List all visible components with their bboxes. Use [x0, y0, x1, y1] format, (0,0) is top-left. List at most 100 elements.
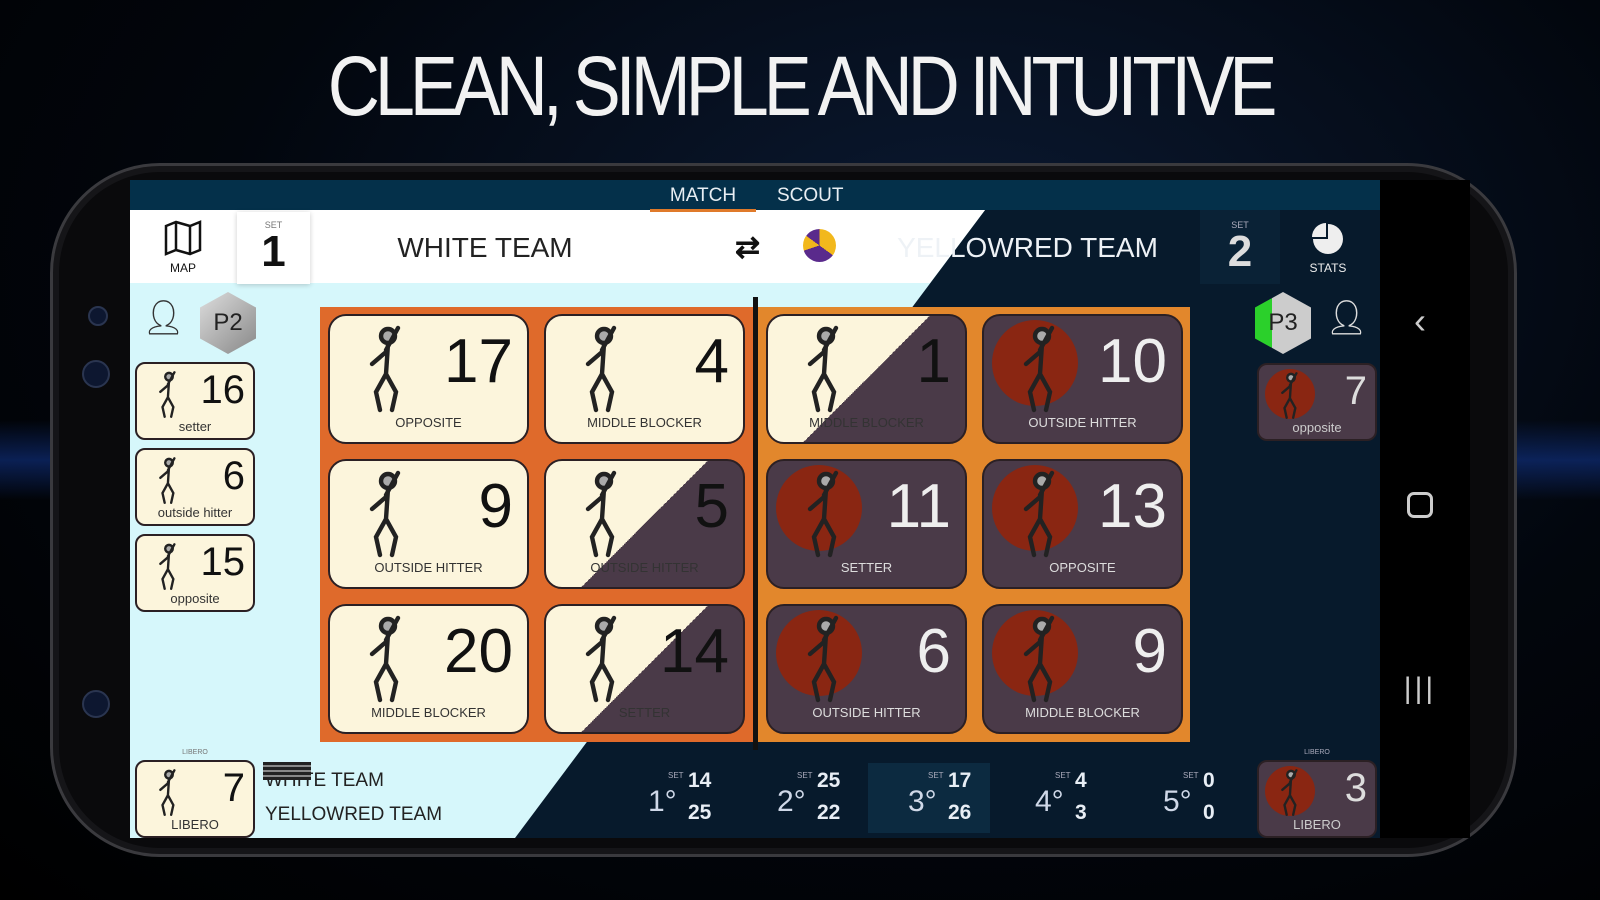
set-label: SET — [1183, 771, 1199, 780]
player-figure-icon — [1023, 325, 1055, 413]
home-icon[interactable] — [1390, 488, 1450, 522]
set-score: SET 5° 0 0 — [1143, 763, 1263, 833]
player-figure-icon — [1023, 470, 1055, 558]
player-number: 6 — [222, 454, 245, 498]
player-role: opposite — [1292, 420, 1342, 435]
player-number: 9 — [1132, 617, 1167, 686]
recents-icon[interactable]: ||| — [1390, 672, 1450, 706]
sensor-icon — [82, 690, 110, 718]
player-card[interactable]: 13 OPPOSITE — [982, 459, 1183, 589]
player-role: MIDDLE BLOCKER — [809, 415, 924, 430]
libero-caption: LIBERO — [182, 749, 208, 756]
back-icon[interactable]: ‹ — [1390, 300, 1450, 342]
set-label: SET — [928, 771, 944, 780]
player-figure-icon — [159, 371, 176, 418]
player-role: OUTSIDE HITTER — [812, 705, 921, 720]
pie-chart-icon — [1312, 223, 1343, 254]
map-icon — [164, 220, 202, 256]
player-figure-icon — [159, 457, 176, 504]
player-figure-icon — [807, 470, 839, 558]
player-number: 4 — [694, 327, 729, 396]
player-card[interactable]: 17 OPPOSITE — [328, 314, 529, 444]
tab-scout[interactable]: SCOUT — [777, 185, 844, 207]
away-team-name: YELLOWRED TEAM — [897, 232, 1158, 263]
player-card[interactable]: 6 OUTSIDE HITTER — [766, 604, 967, 734]
player-figure-icon — [807, 615, 839, 703]
player-number: 15 — [200, 540, 246, 584]
home-set-points: 17 — [948, 769, 972, 792]
away-rotation-badge: P3 — [1255, 292, 1311, 354]
player-number: 13 — [1098, 472, 1167, 541]
swap-sides-icon[interactable]: ⇄ — [735, 230, 760, 265]
away-set-points: 26 — [948, 801, 972, 824]
player-figure-icon — [159, 543, 176, 590]
player-card[interactable]: 4 MIDDLE BLOCKER — [544, 314, 745, 444]
away-set-points: 3 — [1075, 801, 1087, 824]
player-card[interactable]: 3 LIBERO — [1257, 760, 1377, 838]
player-role: OUTSIDE HITTER — [1028, 415, 1137, 430]
player-figure-icon — [807, 325, 839, 413]
player-role: OPPOSITE — [395, 415, 462, 430]
player-role: MIDDLE BLOCKER — [587, 415, 702, 430]
player-card[interactable]: 14 SETTER — [544, 604, 745, 734]
player-role: OUTSIDE HITTER — [374, 560, 483, 575]
player-number: 20 — [444, 617, 513, 686]
player-card[interactable]: 11 SETTER — [766, 459, 967, 589]
home-set-points: 0 — [1203, 769, 1215, 792]
headline: CLEAN, SIMPLE AND INTUITIVE — [327, 39, 1278, 133]
set-ordinal: 3° — [908, 785, 937, 818]
player-number: 11 — [886, 472, 951, 541]
scoreboard-away-team: YELLOWRED TEAM — [265, 804, 443, 825]
player-card[interactable]: 5 OUTSIDE HITTER — [544, 459, 745, 589]
add-player-icon[interactable]: 👤︎ — [142, 298, 185, 338]
player-figure-icon — [585, 615, 617, 703]
player-role: MIDDLE BLOCKER — [1025, 705, 1140, 720]
player-card[interactable]: 15 opposite — [135, 534, 255, 612]
stats-button[interactable]: STATS — [1295, 222, 1361, 275]
away-sets-won: 2 — [1227, 227, 1253, 276]
set-score: SET 3° 17 26 — [868, 763, 990, 833]
camera-icon — [88, 306, 108, 326]
set-ordinal: 2° — [777, 785, 806, 818]
player-role: outside hitter — [157, 505, 233, 520]
tab-match[interactable]: MATCH — [650, 185, 756, 212]
set-score: SET 1° 14 25 — [628, 763, 748, 833]
away-set-points: 0 — [1203, 801, 1215, 824]
tab-bar: MATCH SCOUT — [130, 180, 1380, 212]
player-card[interactable]: 1 MIDDLE BLOCKER — [766, 314, 967, 444]
away-set-points: 22 — [817, 801, 841, 824]
team-logo-placeholder — [263, 762, 311, 780]
player-number: 7 — [222, 766, 245, 810]
serving-ball-icon — [803, 229, 836, 262]
player-role: setter — [178, 419, 212, 434]
add-player-icon[interactable]: 👤︎ — [1325, 298, 1368, 338]
set-ordinal: 5° — [1163, 785, 1192, 818]
player-card[interactable]: 10 OUTSIDE HITTER — [982, 314, 1183, 444]
player-role: MIDDLE BLOCKER — [371, 705, 486, 720]
set-score: SET 4° 4 3 — [1015, 763, 1135, 833]
player-number: 16 — [200, 368, 246, 412]
player-number: 5 — [694, 472, 729, 541]
player-card[interactable]: 16 setter — [135, 362, 255, 440]
player-card[interactable]: 9 OUTSIDE HITTER — [328, 459, 529, 589]
player-card[interactable]: 7 LIBERO — [135, 760, 255, 838]
away-set-points: 25 — [688, 801, 712, 824]
set-ordinal: 4° — [1035, 785, 1064, 818]
net — [753, 297, 758, 750]
player-figure-icon — [585, 325, 617, 413]
player-card[interactable]: 6 outside hitter — [135, 448, 255, 526]
player-number: 9 — [478, 472, 513, 541]
player-card[interactable]: 9 MIDDLE BLOCKER — [982, 604, 1183, 734]
player-number: 10 — [1098, 327, 1167, 396]
player-card[interactable]: 7 opposite — [1257, 363, 1377, 441]
app-screen: MATCH SCOUT MAP SET 1 WHITE TEAM ⇄ YELLO… — [130, 180, 1380, 838]
player-card[interactable]: 20 MIDDLE BLOCKER — [328, 604, 529, 734]
set-score: SET 2° 25 22 — [757, 763, 877, 833]
player-number: 14 — [660, 617, 729, 686]
player-role: OUTSIDE HITTER — [590, 560, 699, 575]
map-button[interactable]: MAP — [150, 220, 216, 275]
player-number: 3 — [1344, 766, 1367, 810]
player-figure-icon — [1281, 372, 1298, 419]
home-set-points: 25 — [817, 769, 841, 792]
player-role: SETTER — [840, 560, 893, 575]
